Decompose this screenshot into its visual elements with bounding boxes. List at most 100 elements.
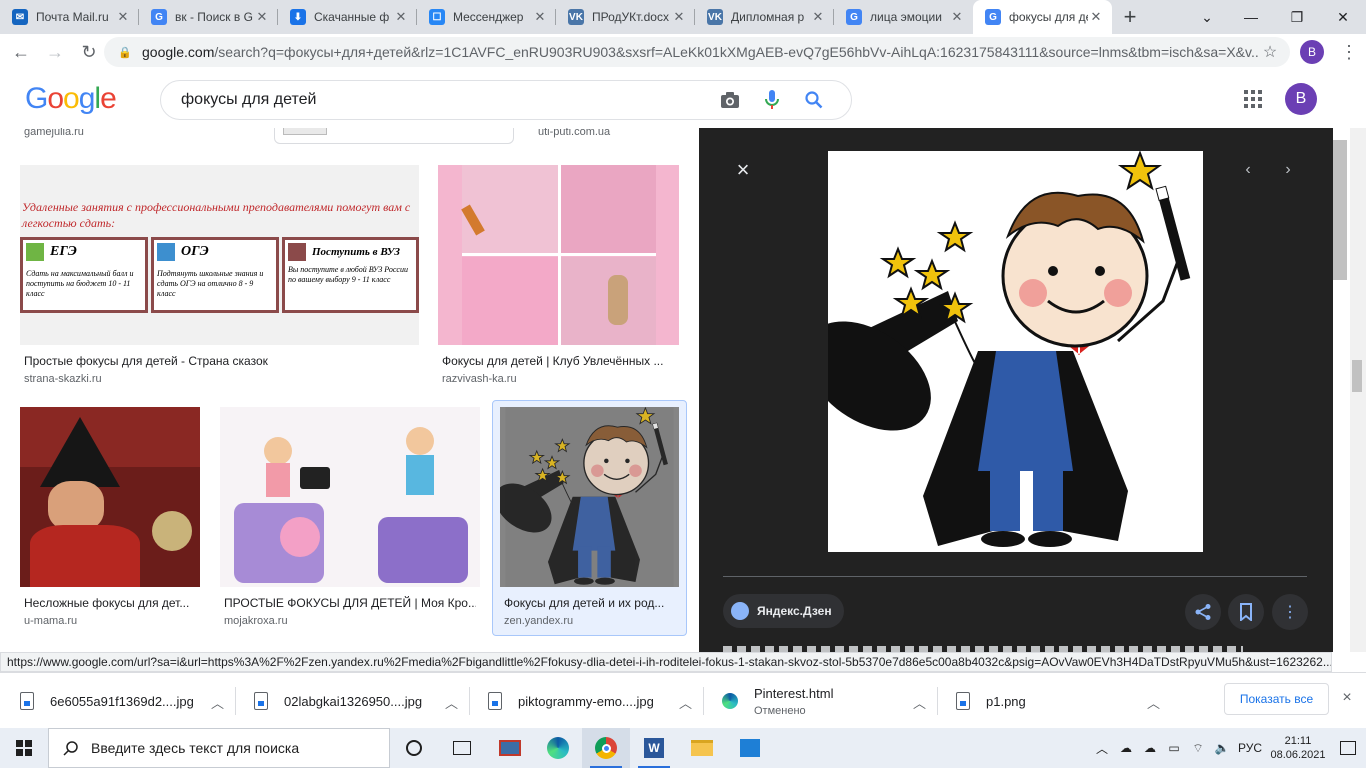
close-tab-icon[interactable]: ✕ — [532, 9, 548, 25]
chevron-up-icon[interactable]: ︿ — [445, 693, 458, 712]
google-logo[interactable]: Google — [25, 82, 117, 116]
search-icon[interactable] — [793, 91, 835, 109]
voice-search-icon[interactable] — [751, 90, 793, 110]
new-tab-button[interactable]: + — [1112, 0, 1148, 34]
result-source[interactable]: strana-skazki.ru — [24, 373, 102, 385]
download-item[interactable]: 02labgkai1326950....jpg ︿ — [242, 673, 470, 729]
close-tab-icon[interactable]: ✕ — [949, 9, 965, 25]
page-scrollbar-thumb[interactable] — [1352, 360, 1362, 392]
result-source[interactable]: razvivash-ka.ru — [442, 373, 517, 385]
clock[interactable]: 21:11 08.06.2021 — [1266, 734, 1330, 762]
close-tab-icon[interactable]: ✕ — [1088, 9, 1104, 25]
cortana-icon[interactable] — [390, 728, 438, 768]
remote-desktop-icon[interactable] — [486, 728, 534, 768]
result-source[interactable]: mojakroxa.ru — [224, 615, 288, 627]
image-file-icon — [488, 692, 502, 710]
result-title[interactable]: Фокусы для детей и их род... — [504, 596, 680, 610]
tab-search-icon[interactable]: ⌄ — [1184, 0, 1230, 34]
download-item[interactable]: p1.png ︿ — [944, 673, 1172, 729]
result-thumbnail-photo[interactable] — [438, 165, 679, 345]
camera-search-icon[interactable] — [709, 91, 751, 109]
banner-box-oge: ОГЭ Подтянуть школьные знания и сдать ОГ… — [151, 237, 279, 313]
photos-icon[interactable] — [726, 728, 774, 768]
share-icon[interactable] — [1185, 594, 1221, 630]
back-button[interactable]: ← — [4, 35, 38, 69]
browser-profile-avatar[interactable]: B — [1300, 40, 1324, 64]
chevron-up-icon[interactable]: ︿ — [211, 693, 224, 712]
chevron-up-icon[interactable]: ︿ — [1147, 693, 1160, 712]
chevron-up-icon[interactable]: ︿ — [679, 693, 692, 712]
volume-icon[interactable]: 🔈 — [1210, 728, 1234, 768]
result-thumbnail-illustration[interactable] — [220, 407, 480, 587]
close-tab-icon[interactable]: ✕ — [254, 9, 270, 25]
file-explorer-icon[interactable] — [678, 728, 726, 768]
result-source[interactable]: uti-puti.com.ua — [538, 128, 610, 138]
result-title[interactable]: Простые фокусы для детей - Страна сказок — [24, 354, 414, 368]
reload-button[interactable]: ↻ — [72, 35, 106, 69]
browser-tab[interactable]: Gфокусы для де ✕ — [973, 0, 1112, 34]
google-account-avatar[interactable]: B — [1285, 83, 1317, 115]
cloud-icon[interactable]: ☁ — [1138, 728, 1162, 768]
preview-title-cut — [723, 640, 1303, 652]
browser-tab[interactable]: ✉ Почта Mail.ru ✕ — [0, 0, 139, 34]
preview-scrollbar-thumb[interactable] — [1333, 140, 1347, 280]
search-box[interactable]: фокусы для детей — [160, 80, 852, 120]
result-source[interactable]: gamejulia.ru — [24, 128, 84, 138]
browser-tab-label: Дипломная р — [731, 10, 805, 24]
search-input[interactable]: фокусы для детей — [181, 91, 709, 109]
start-button[interactable] — [0, 728, 48, 768]
result-title[interactable]: ПРОСТЫЕ ФОКУСЫ ДЛЯ ДЕТЕЙ | Моя Кро... — [224, 596, 476, 610]
browser-tab[interactable]: Gвк - Поиск в G ✕ — [139, 0, 278, 34]
address-bar[interactable]: 🔒 google.com/search?q=фокусы+для+детей&r… — [104, 37, 1290, 67]
close-tab-icon[interactable]: ✕ — [393, 9, 409, 25]
chevron-up-icon[interactable]: ︿ — [913, 693, 926, 712]
result-thumbnail-photo[interactable] — [20, 407, 200, 587]
notifications-icon[interactable] — [1330, 728, 1366, 768]
google-apps-icon[interactable] — [1242, 88, 1264, 110]
next-image-button[interactable]: › — [1276, 158, 1300, 182]
browser-tab[interactable]: VK ПРодУКт.docx ✕ — [556, 0, 695, 34]
result-thumbnail-banner[interactable]: Удаленные занятия с профессиональными пр… — [20, 165, 419, 345]
close-tab-icon[interactable]: ✕ — [810, 9, 826, 25]
chrome-icon[interactable] — [582, 728, 630, 768]
close-tab-icon[interactable]: ✕ — [671, 9, 687, 25]
preview-image[interactable] — [783, 151, 1203, 552]
close-preview-button[interactable]: × — [731, 157, 755, 182]
save-bookmark-icon[interactable] — [1228, 594, 1264, 630]
restore-button[interactable]: ❐ — [1274, 0, 1320, 34]
close-tab-icon[interactable]: ✕ — [115, 9, 131, 25]
download-item[interactable]: Pinterest.html Отменено ︿ — [710, 673, 938, 729]
result-source[interactable]: zen.yandex.ru — [504, 615, 573, 627]
onedrive-icon[interactable]: ☁ — [1114, 728, 1138, 768]
browser-tab[interactable]: VK Дипломная р ✕ — [695, 0, 834, 34]
browser-tab[interactable]: ⬇ Скачанные ф ✕ — [278, 0, 417, 34]
taskbar-search-box[interactable]: Введите здесь текст для поиска — [48, 728, 390, 768]
download-item[interactable]: piktogrammy-emo....jpg ︿ — [476, 673, 704, 729]
browser-tab[interactable]: ☐ Мессенджер ✕ — [417, 0, 556, 34]
previous-image-button[interactable]: ‹ — [1236, 158, 1260, 182]
show-all-downloads-button[interactable]: Показать все — [1224, 683, 1329, 715]
browser-menu-icon[interactable]: ⋮ — [1334, 37, 1364, 67]
close-downloads-bar-button[interactable]: × — [1336, 687, 1358, 709]
download-status: Отменено — [754, 704, 806, 717]
result-source[interactable]: u-mama.ru — [24, 615, 77, 627]
battery-icon[interactable]: ▭ — [1162, 728, 1186, 768]
result-thumbnail-magician[interactable] — [500, 407, 679, 587]
minimize-button[interactable]: — — [1228, 0, 1274, 34]
edge-icon[interactable] — [534, 728, 582, 768]
result-title[interactable]: Несложные фокусы для дет... — [24, 596, 200, 610]
chevron-up-icon[interactable]: ︿ — [1090, 728, 1114, 768]
wifi-icon[interactable]: ⌔ — [1186, 728, 1210, 768]
task-view-icon[interactable] — [438, 728, 486, 768]
close-window-button[interactable]: ✕ — [1320, 0, 1366, 34]
language-indicator[interactable]: РУС — [1234, 728, 1266, 768]
download-item[interactable]: 6e6055a91f1369d2....jpg ︿ — [8, 673, 236, 729]
bookmark-star-icon[interactable]: ☆ — [1260, 42, 1280, 62]
result-thumbnail[interactable] — [274, 128, 514, 144]
preview-source-chip[interactable]: Яндекс.Дзен — [723, 594, 844, 628]
more-options-icon[interactable]: ⋮ — [1272, 594, 1308, 630]
word-icon[interactable]: W — [630, 728, 678, 768]
browser-tab[interactable]: Gлица эмоции ✕ — [834, 0, 973, 34]
forward-button[interactable]: → — [38, 35, 72, 69]
result-title[interactable]: Фокусы для детей | Клуб Увлечённых ... — [442, 354, 676, 368]
